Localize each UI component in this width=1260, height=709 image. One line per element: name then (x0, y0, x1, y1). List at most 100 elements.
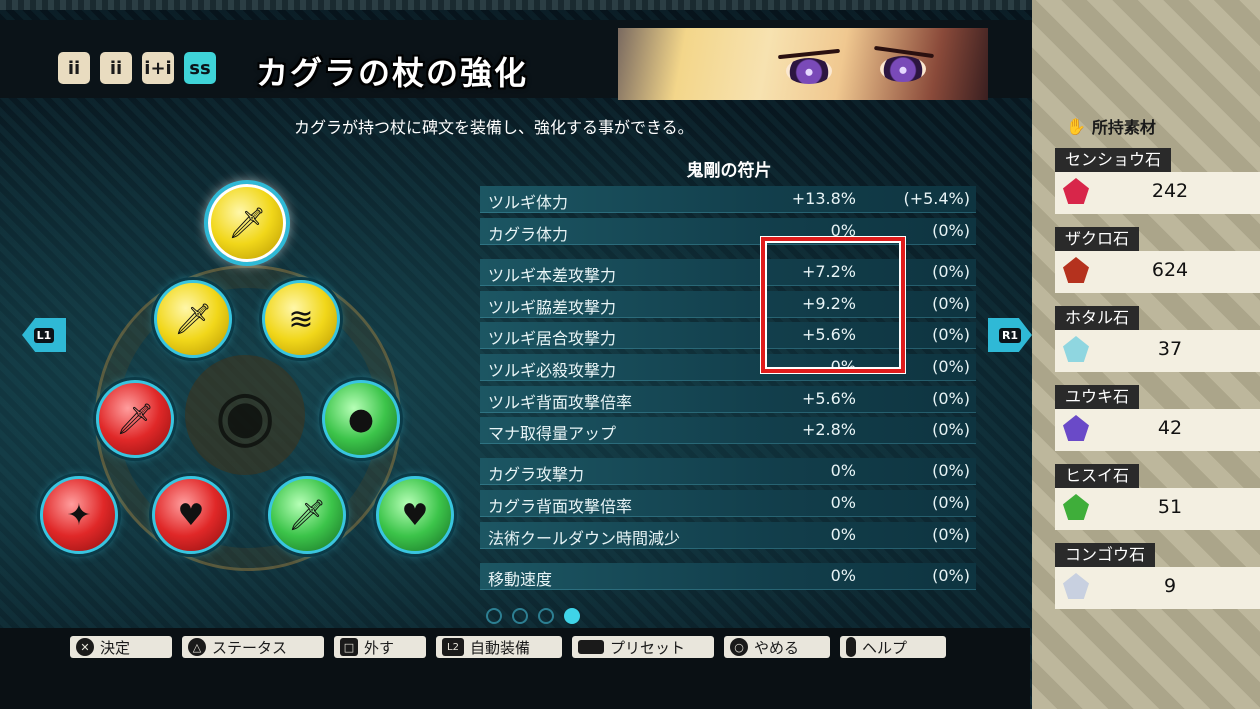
unequip-button[interactable]: □ 外す (334, 636, 426, 658)
material-item: センショウ石 242 (1035, 148, 1260, 218)
l2-button-icon: L2 (442, 638, 464, 656)
stat-total: (0%) (932, 262, 970, 281)
rune-slot-yellow-sword-top[interactable]: 🗡 (208, 184, 286, 262)
material-name: ザクロ石 (1055, 227, 1140, 251)
stat-total: (+5.4%) (903, 189, 970, 208)
page-dot-active[interactable] (564, 608, 580, 624)
stat-label: ツルギ必殺攻撃力 (488, 361, 617, 380)
tab-character-2[interactable]: ii (100, 52, 132, 84)
stat-label: カグラ背面攻撃倍率 (488, 497, 633, 516)
stat-label: カグラ体力 (488, 225, 569, 244)
rune-slot-red-sword[interactable]: 🗡 (96, 380, 174, 458)
material-count: 9 (1163, 575, 1177, 597)
tab-equipment[interactable]: i+i (142, 52, 174, 84)
stat-label: 法術クールダウン時間減少 (488, 529, 681, 548)
stat-row: ツルギ体力 +13.8% (+5.4%) (480, 186, 976, 213)
description-text: カグラが持つ杖に碑文を装備し、強化する事ができる。 (294, 118, 694, 137)
material-item: ユウキ石 42 (1035, 385, 1260, 455)
help-button[interactable]: ヘルプ (840, 636, 946, 658)
stat-total: (0%) (932, 525, 970, 544)
l1-label: L1 (33, 327, 55, 343)
stat-label: ツルギ本差攻撃力 (488, 266, 617, 285)
stat-value: 0% (830, 566, 856, 585)
prev-page-button[interactable]: L1 (22, 318, 66, 352)
status-label: ステータス (212, 638, 288, 657)
stat-value: +13.8% (791, 189, 856, 208)
stat-value: 0% (830, 493, 856, 512)
page-title: カグラの杖の強化 (256, 54, 529, 92)
rune-slot-red-wolf[interactable]: ✦ (40, 476, 118, 554)
material-item: ヒスイ石 51 (1035, 464, 1260, 534)
auto-equip-button[interactable]: L2 自動装備 (436, 636, 562, 658)
game-screen: ii ii i+i ss カグラの杖の強化 カグラが持つ杖に碑文を装備し、強化す… (0, 0, 1260, 709)
preset-button[interactable]: プリセット (572, 636, 714, 658)
auto-equip-label: 自動装備 (470, 638, 531, 657)
materials-header: ✋ 所持素材 (1066, 114, 1156, 138)
preset-label: プリセット (610, 638, 686, 657)
stat-total: (0%) (932, 325, 970, 344)
tomoe-emblem: ◉ (185, 355, 305, 475)
stat-label: ツルギ体力 (488, 193, 569, 212)
highlight-box (761, 237, 905, 373)
rune-slot-red-heart[interactable]: ♥ (152, 476, 230, 554)
stat-total: (0%) (932, 461, 970, 480)
page-indicator (486, 608, 580, 624)
stat-value: 0% (830, 461, 856, 480)
material-name: コンゴウ石 (1055, 543, 1156, 567)
page-dot[interactable] (538, 608, 554, 624)
tab-staff-upgrade[interactable]: ss (184, 52, 216, 84)
rune-name: 鬼剛の符片 (686, 161, 772, 181)
eye-left-art (786, 58, 832, 84)
r1-label: R1 (998, 327, 1022, 343)
tab-character-1[interactable]: ii (58, 52, 90, 84)
material-item: ホタル石 37 (1035, 306, 1260, 376)
stat-row: 法術クールダウン時間減少 0% (0%) (480, 522, 976, 549)
stat-label: ツルギ背面攻撃倍率 (488, 393, 633, 412)
material-name: センショウ石 (1055, 148, 1172, 172)
stat-total: (0%) (932, 420, 970, 439)
rune-slot-yellow-sword[interactable]: 🗡 (154, 280, 232, 358)
page-dot[interactable] (486, 608, 502, 624)
kagura-portrait (618, 28, 988, 100)
rune-slot-yellow-slash[interactable]: ≋ (262, 280, 340, 358)
eye-right-art (880, 56, 926, 82)
stat-total: (0%) (932, 566, 970, 585)
material-count: 42 (1157, 417, 1183, 439)
stat-row: ツルギ背面攻撃倍率 +5.6% (0%) (480, 386, 976, 413)
stat-value: +2.8% (801, 420, 856, 439)
page-dot[interactable] (512, 608, 528, 624)
materials-title: 所持素材 (1091, 118, 1156, 137)
material-name: ヒスイ石 (1055, 464, 1140, 488)
circle-button-icon: ○ (730, 638, 748, 656)
stat-total: (0%) (932, 357, 970, 376)
options-button-icon (846, 637, 856, 657)
rune-slot-green-gourd[interactable]: ● (322, 380, 400, 458)
next-page-button[interactable]: R1 (988, 318, 1032, 352)
cancel-button[interactable]: ○ やめる (724, 636, 830, 658)
cross-button-icon: ✕ (76, 638, 94, 656)
help-label: ヘルプ (862, 638, 908, 657)
material-item: コンゴウ石 9 (1035, 543, 1260, 613)
stat-value: +5.6% (801, 389, 856, 408)
confirm-button[interactable]: ✕ 決定 (70, 636, 172, 658)
hand-gem-icon: ✋ (1066, 116, 1086, 136)
rune-slot-green-heart[interactable]: ♥ (376, 476, 454, 554)
stat-label: マナ取得量アップ (488, 424, 617, 443)
confirm-label: 決定 (100, 638, 131, 657)
menu-tabs: ii ii i+i ss (58, 52, 216, 84)
stat-value: 0% (830, 525, 856, 544)
material-count: 624 (1151, 259, 1189, 281)
material-name: ホタル石 (1055, 306, 1140, 330)
status-button[interactable]: △ ステータス (182, 636, 324, 658)
triangle-button-icon: △ (188, 638, 206, 656)
cancel-label: やめる (754, 638, 800, 657)
stat-label: 移動速度 (488, 570, 553, 589)
button-guide: ✕ 決定 △ ステータス □ 外す L2 自動装備 プリセット ○ やめる ヘルプ (70, 636, 946, 658)
stat-total: (0%) (932, 294, 970, 313)
stat-row: マナ取得量アップ +2.8% (0%) (480, 417, 976, 444)
stat-label: ツルギ脇差攻撃力 (488, 298, 617, 317)
stat-row: カグラ背面攻撃倍率 0% (0%) (480, 490, 976, 517)
stat-label: ツルギ居合攻撃力 (488, 329, 617, 348)
stat-label: カグラ攻撃力 (488, 465, 585, 484)
rune-slot-green-sword[interactable]: 🗡 (268, 476, 346, 554)
